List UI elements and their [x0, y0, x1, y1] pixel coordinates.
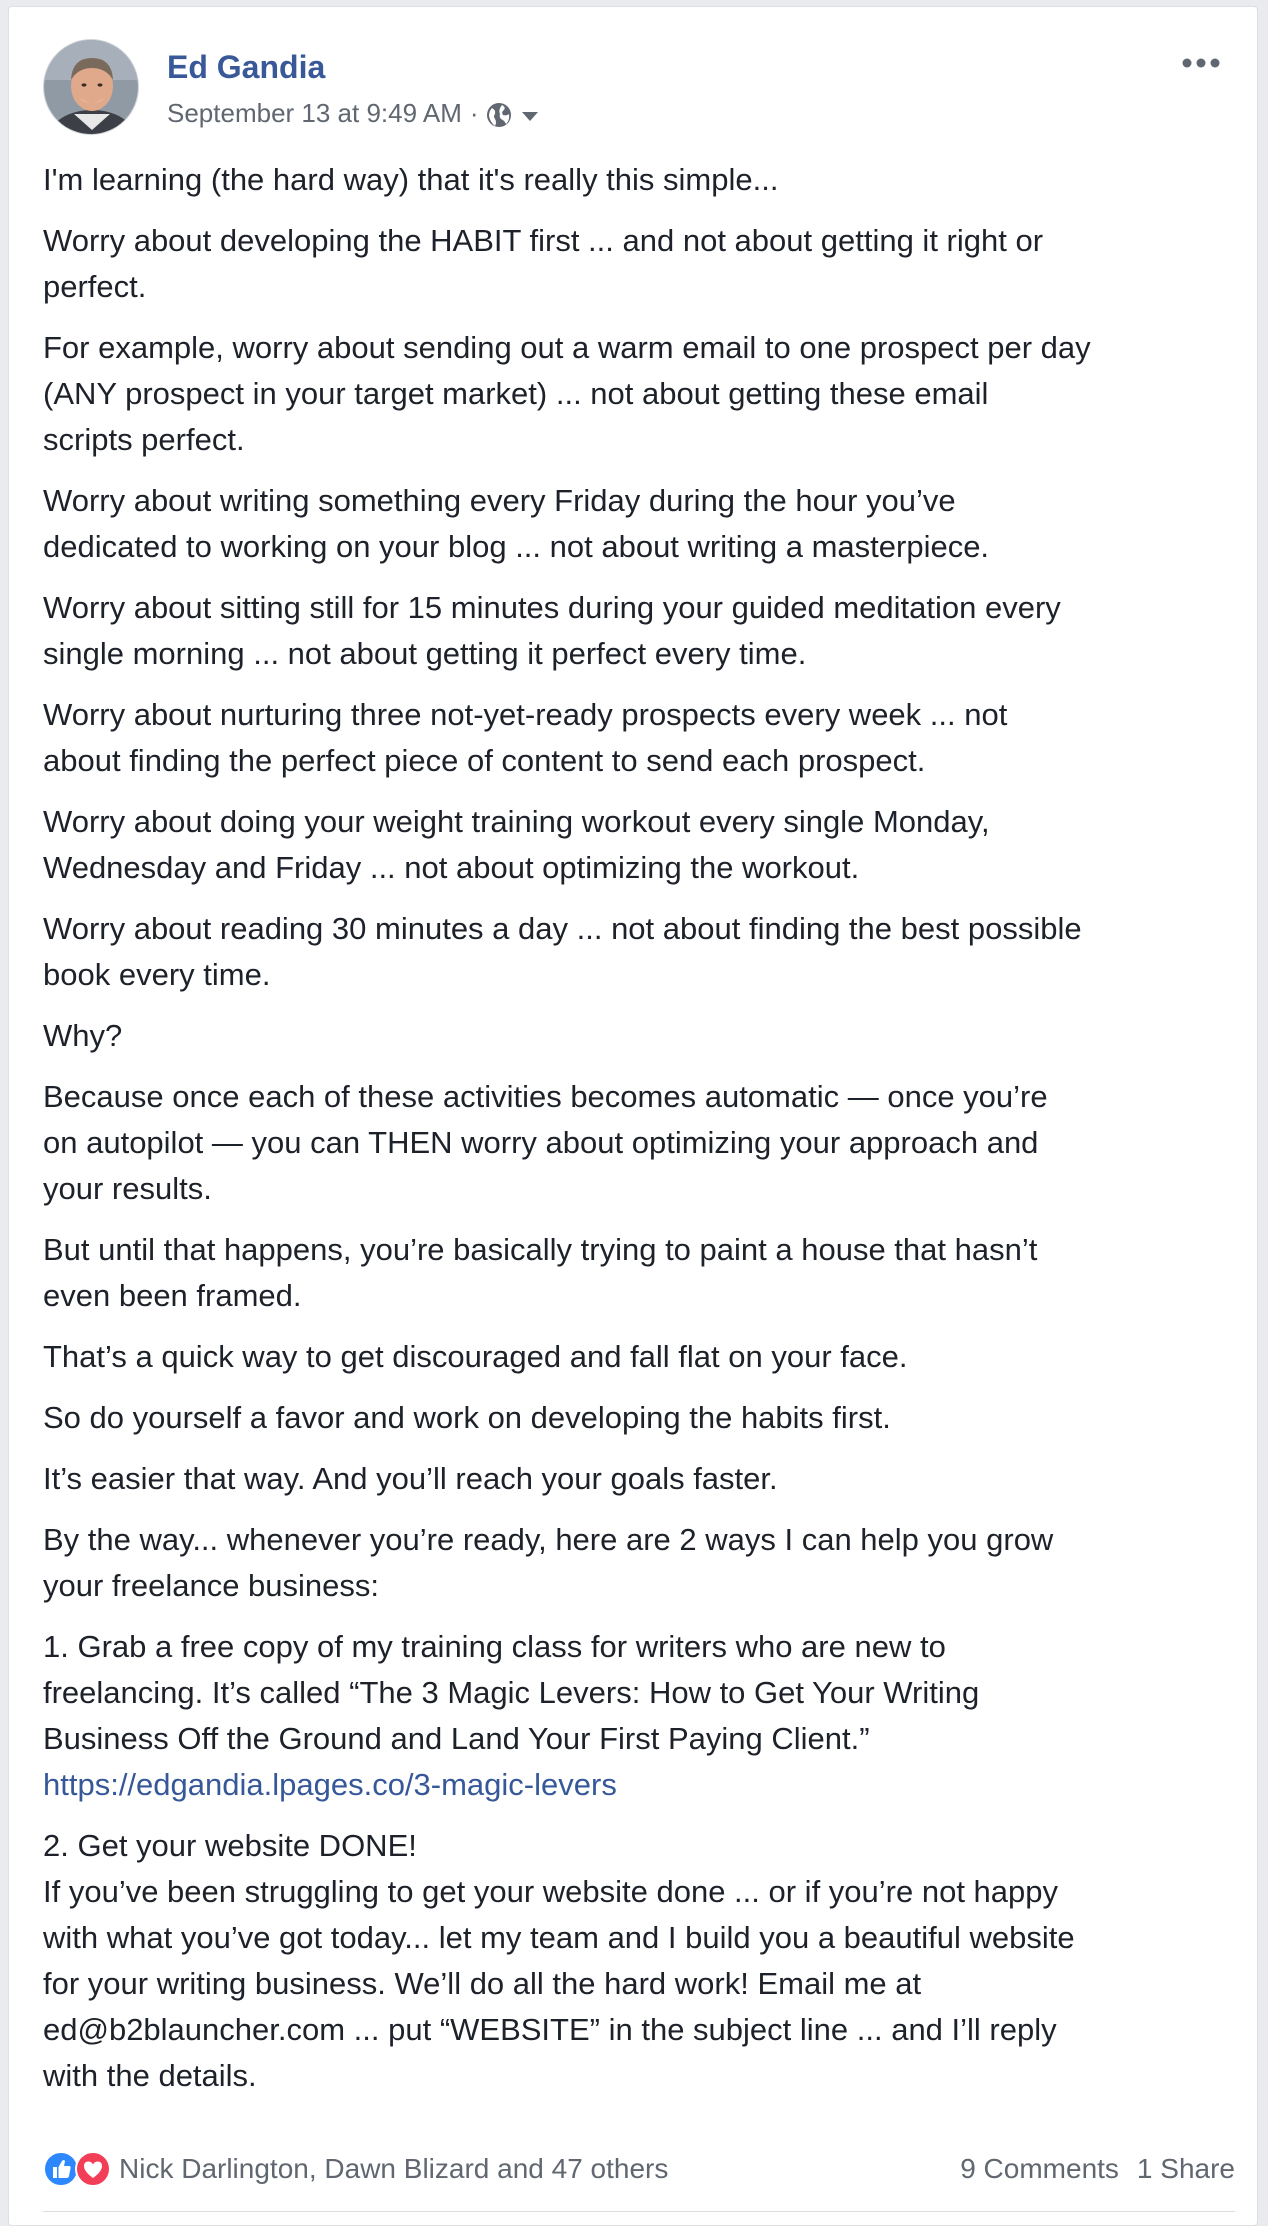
post-text-line: for your writing business. We’ll do all …	[43, 1966, 922, 2001]
post-meta: September 13 at 9:49 AM ·	[167, 97, 541, 129]
post-text-line: Worry about reading 30 minutes a day ...…	[43, 911, 1082, 946]
post-text-line: That’s a quick way to get discouraged an…	[43, 1339, 908, 1374]
post-text-line: your results.	[43, 1171, 212, 1206]
post-text-line: with the details.	[43, 2058, 257, 2093]
post-paragraph: I'm learning (the hard way) that it's re…	[43, 157, 1243, 203]
post-timestamp[interactable]: September 13 at 9:49 AM	[167, 98, 462, 129]
globe-icon[interactable]	[485, 101, 513, 129]
post-paragraph: Worry about doing your weight training w…	[43, 799, 1243, 891]
post-paragraph: Because once each of these activities be…	[43, 1074, 1243, 1212]
post-text-line: Wednesday and Friday ... not about optim…	[43, 850, 860, 885]
love-icon	[75, 2151, 111, 2187]
post-paragraph: Worry about writing something every Frid…	[43, 478, 1243, 570]
post-paragraph: Worry about reading 30 minutes a day ...…	[43, 906, 1243, 998]
post-text-line: 2. Get your website DONE!	[43, 1828, 417, 1863]
post-paragraph: Worry about developing the HABIT first .…	[43, 218, 1243, 310]
post-body: I'm learning (the hard way) that it's re…	[43, 157, 1243, 2114]
post-text-line: your freelance business:	[43, 1568, 380, 1603]
shares-count[interactable]: 1 Share	[1137, 2153, 1235, 2185]
post-text-line: Worry about sitting still for 15 minutes…	[43, 590, 1061, 625]
post-text-line: It’s easier that way. And you’ll reach y…	[43, 1461, 778, 1496]
post-header: Ed Gandia September 13 at 9:49 AM ·	[43, 39, 1223, 139]
post-text-line: Because once each of these activities be…	[43, 1079, 1048, 1114]
privacy-dropdown-caret-icon[interactable]	[519, 105, 541, 127]
post-text-line: By the way... whenever you’re ready, her…	[43, 1522, 1054, 1557]
post-text-line: (ANY prospect in your target market) ...…	[43, 376, 989, 411]
post-paragraph: Worry about sitting still for 15 minutes…	[43, 585, 1243, 677]
post-paragraph: 1. Grab a free copy of my training class…	[43, 1624, 1243, 1808]
post-paragraph: For example, worry about sending out a w…	[43, 325, 1243, 463]
post-text-line: Worry about doing your weight training w…	[43, 804, 990, 839]
post-text-line: single morning ... not about getting it …	[43, 636, 807, 671]
post-text-line: book every time.	[43, 957, 271, 992]
post-text-line: For example, worry about sending out a w…	[43, 330, 1091, 365]
post-text-line: with what you’ve got today... let my tea…	[43, 1920, 1075, 1955]
post-text-line: Worry about nurturing three not-yet-read…	[43, 697, 1008, 732]
magic-levers-link[interactable]: https://edgandia.lpages.co/3-magic-lever…	[43, 1762, 1243, 1808]
post-text-line: freelancing. It’s called “The 3 Magic Le…	[43, 1675, 980, 1710]
post-text-line: perfect.	[43, 269, 147, 304]
post-paragraph: It’s easier that way. And you’ll reach y…	[43, 1456, 1243, 1502]
post-paragraph: 2. Get your website DONE! If you’ve been…	[43, 1823, 1243, 2099]
like-icon	[43, 2151, 79, 2187]
post-text-line: scripts perfect.	[43, 422, 245, 457]
post-text-line: 1. Grab a free copy of my training class…	[43, 1629, 946, 1664]
post-text-line: I'm learning (the hard way) that it's re…	[43, 162, 779, 197]
post-paragraph: By the way... whenever you’re ready, her…	[43, 1517, 1243, 1609]
avatar-photo	[44, 40, 138, 134]
post-text-line: If you’ve been struggling to get your we…	[43, 1874, 1059, 1909]
comments-count[interactable]: 9 Comments	[960, 2153, 1119, 2185]
post-paragraph: But until that happens, you’re basically…	[43, 1227, 1243, 1319]
engagement-counts: 9 Comments 1 Share	[960, 2147, 1235, 2191]
post-text-line: about finding the perfect piece of conte…	[43, 743, 926, 778]
post-footer: Nick Darlington, Dawn Blizard and 47 oth…	[43, 2147, 1235, 2191]
post-text-line: on autopilot — you can THEN worry about …	[43, 1125, 1039, 1160]
author-avatar[interactable]	[43, 39, 139, 135]
reaction-names[interactable]: Nick Darlington, Dawn Blizard and 47 oth…	[119, 2153, 668, 2185]
post-text-line: So do yourself a favor and work on devel…	[43, 1400, 891, 1435]
post-text-line: Business Off the Ground and Land Your Fi…	[43, 1721, 870, 1756]
post-text-line: Why?	[43, 1018, 123, 1053]
post-text-line: But until that happens, you’re basically…	[43, 1232, 1038, 1267]
more-options-icon[interactable]	[1179, 53, 1223, 73]
post-paragraph: That’s a quick way to get discouraged an…	[43, 1334, 1243, 1380]
post-paragraph: So do yourself a favor and work on devel…	[43, 1395, 1243, 1441]
post-text-line: Worry about developing the HABIT first .…	[43, 223, 1044, 258]
meta-separator: ·	[469, 97, 479, 128]
reactions-summary[interactable]: Nick Darlington, Dawn Blizard and 47 oth…	[43, 2147, 668, 2191]
post-text-line: Worry about writing something every Frid…	[43, 483, 956, 518]
post-text-line: ed@b2blauncher.com ... put “WEBSITE” in …	[43, 2012, 1057, 2047]
post-paragraph: Worry about nurturing three not-yet-read…	[43, 692, 1243, 784]
footer-divider	[43, 2211, 1235, 2212]
post-card: Ed Gandia September 13 at 9:49 AM · I'm …	[8, 6, 1258, 2226]
post-text-line: dedicated to working on your blog ... no…	[43, 529, 990, 564]
post-text-line: even been framed.	[43, 1278, 302, 1313]
author-name[interactable]: Ed Gandia	[167, 49, 325, 86]
post-paragraph: Why?	[43, 1013, 1243, 1059]
